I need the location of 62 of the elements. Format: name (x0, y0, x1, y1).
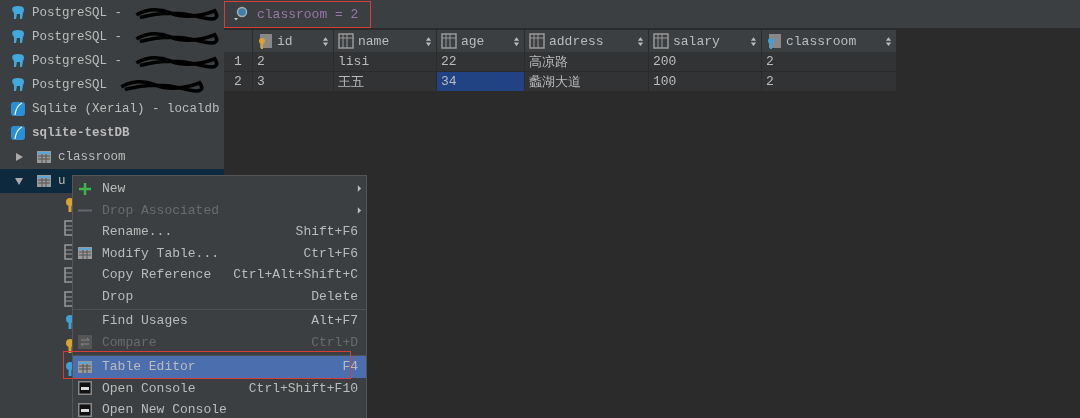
row-number: 2 (224, 71, 253, 92)
column-header[interactable]: id (252, 30, 334, 52)
connection-label[interactable]: Sqlite (Xerial) - localdb (32, 102, 220, 116)
menu-item[interactable]: Open New Console (73, 399, 366, 418)
elephant-icon (10, 53, 26, 69)
menu-item[interactable]: Modify Table... Ctrl+F6 (73, 242, 366, 264)
connection-label[interactable]: PostgreSQL - (32, 6, 122, 20)
table-icon (77, 358, 93, 375)
column-icon (441, 33, 457, 49)
key-icon (257, 33, 273, 49)
console-icon (77, 380, 93, 397)
column-icon (653, 33, 669, 49)
sort-icon[interactable] (425, 35, 432, 47)
table-cell[interactable]: 高凉路 (524, 52, 649, 72)
sort-icon[interactable] (885, 35, 892, 47)
table-icon (36, 149, 52, 165)
menu-item[interactable]: Open Console Ctrl+Shift+F10 (73, 377, 366, 399)
console-icon (77, 401, 93, 418)
feather-icon (10, 125, 26, 141)
minus-icon (77, 208, 93, 212)
table-label[interactable]: u (58, 174, 66, 188)
column-header[interactable]: name (333, 30, 437, 52)
column-header[interactable]: age (436, 30, 525, 52)
menu-item[interactable]: Copy Reference Ctrl+Alt+Shift+C (73, 264, 366, 286)
table-icon (77, 245, 93, 262)
menu-item[interactable]: Rename... Shift+F6 (73, 221, 366, 243)
sort-icon[interactable] (513, 35, 520, 47)
search-icon (233, 6, 249, 22)
menu-item[interactable]: Find Usages Alt+F7 (73, 309, 366, 332)
plus-icon (77, 180, 93, 197)
column-icon (338, 33, 354, 49)
column-header[interactable]: classroom (761, 30, 897, 52)
row-number: 1 (224, 52, 253, 72)
table-label[interactable]: classroom (58, 150, 126, 164)
column-header[interactable]: salary (648, 30, 762, 52)
sort-icon[interactable] (750, 35, 757, 47)
table-cell[interactable]: lisi (333, 52, 437, 72)
connection-label[interactable]: sqlite-testDB (32, 126, 130, 140)
elephant-icon (10, 29, 26, 45)
table-cell[interactable]: 200 (648, 52, 762, 72)
disclosure-arrow-icon[interactable] (14, 152, 24, 162)
connection-label[interactable]: PostgreSQL (32, 78, 107, 92)
table-cell[interactable]: 2 (252, 52, 334, 72)
connection-label[interactable]: PostgreSQL - (32, 30, 122, 44)
submenu-arrow-icon (357, 205, 362, 215)
key-icon (766, 33, 782, 49)
disclosure-arrow-icon[interactable] (14, 176, 24, 186)
sort-icon[interactable] (637, 35, 644, 47)
column-icon (529, 33, 545, 49)
feather-icon (10, 101, 26, 117)
menu-item[interactable]: Drop Delete (73, 285, 366, 307)
elephant-icon (10, 5, 26, 21)
menu-item[interactable]: New (73, 178, 366, 200)
table-cell[interactable]: 2 (761, 52, 897, 72)
connection-label[interactable]: PostgreSQL - (32, 54, 122, 68)
sort-icon[interactable] (322, 35, 329, 47)
table-icon (36, 173, 52, 189)
column-header[interactable]: address (524, 30, 649, 52)
elephant-icon (10, 77, 26, 93)
compare-icon (77, 334, 93, 351)
submenu-arrow-icon (357, 184, 362, 193)
table-cell[interactable]: 22 (436, 52, 525, 72)
